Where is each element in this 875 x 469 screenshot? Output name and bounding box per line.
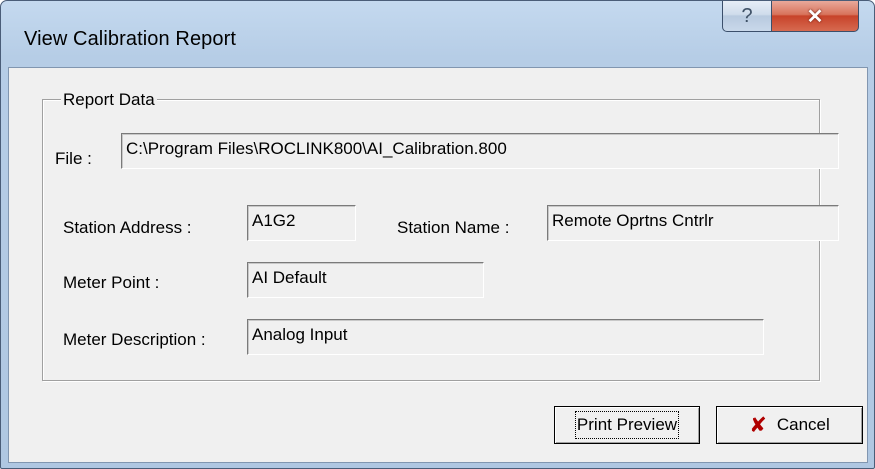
- file-field: C:\Program Files\ROCLINK800\AI_Calibrati…: [121, 133, 839, 169]
- meter-description-field: Analog Input: [247, 319, 764, 355]
- station-address-label: Station Address :: [63, 218, 192, 237]
- title-bar[interactable]: View Calibration Report ? ✕: [1, 1, 874, 67]
- station-name-field: Remote Oprtns Cntrlr: [547, 205, 839, 241]
- cancel-button[interactable]: ✘ Cancel: [716, 406, 863, 444]
- print-preview-button[interactable]: Print Preview: [554, 406, 700, 444]
- station-name-label: Station Name :: [397, 218, 510, 237]
- meter-description-label: Meter Description :: [63, 330, 206, 349]
- help-button[interactable]: ?: [722, 1, 772, 32]
- close-button[interactable]: ✕: [771, 1, 859, 32]
- group-label-report-data: Report Data: [61, 90, 157, 110]
- file-label: File :: [55, 149, 92, 168]
- dialog-body: Report Data File : C:\Program Files\ROCL…: [8, 67, 868, 463]
- cancel-label: Cancel: [776, 415, 830, 434]
- help-icon: ?: [741, 4, 753, 27]
- station-address-field: A1G2: [247, 205, 356, 241]
- cancel-x-icon: ✘: [749, 413, 767, 437]
- meter-point-label: Meter Point :: [63, 273, 160, 292]
- window-title: View Calibration Report: [24, 28, 237, 50]
- close-icon: ✕: [806, 5, 824, 28]
- print-preview-label: Print Preview: [574, 411, 680, 439]
- meter-point-field: AI Default: [247, 262, 484, 298]
- calibration-report-dialog: View Calibration Report ? ✕ Report Data …: [0, 0, 875, 469]
